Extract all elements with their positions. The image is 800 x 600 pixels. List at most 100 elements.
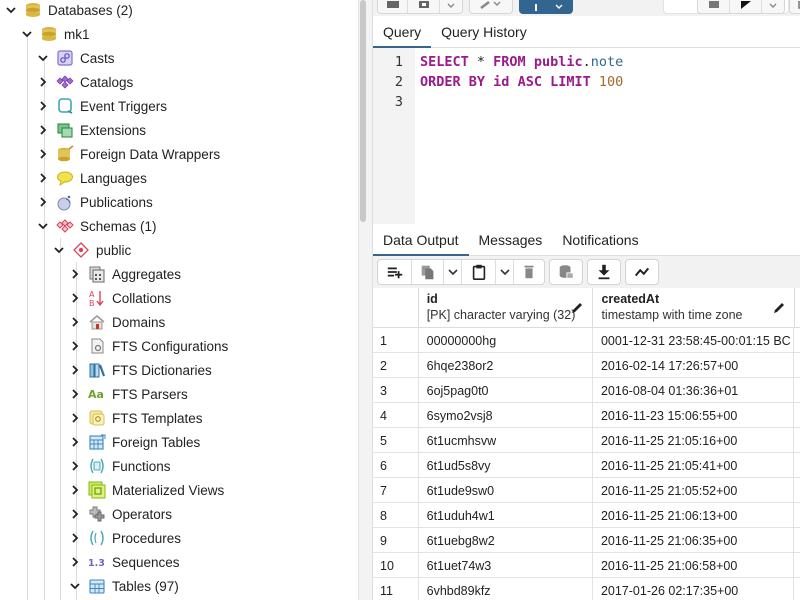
- tree-item-databases-2[interactable]: Databases (2): [4, 0, 133, 22]
- chevron-right-icon[interactable]: [36, 171, 50, 185]
- chevron-right-icon[interactable]: [68, 435, 82, 449]
- createdat-cell[interactable]: 2016-11-25 21:05:16+00: [593, 428, 795, 453]
- id-cell[interactable]: 6t1ucmhsvw: [419, 428, 593, 453]
- table-row[interactable]: 4 6symo2vsj8 2016-11-23 15:06:55+00: [373, 403, 800, 428]
- row-number-cell[interactable]: 10: [373, 553, 419, 578]
- next-column-cell[interactable]: [794, 353, 800, 378]
- tree-item-languages[interactable]: Languages: [36, 166, 147, 190]
- next-column-cell[interactable]: [794, 403, 800, 428]
- add-row-button[interactable]: [378, 260, 412, 284]
- chevron-right-icon[interactable]: [36, 123, 50, 137]
- id-cell[interactable]: 6hqe238or2: [419, 353, 593, 378]
- chevron-right-icon[interactable]: [36, 147, 50, 161]
- createdat-cell[interactable]: 2016-08-04 01:36:36+01: [593, 378, 795, 403]
- id-cell[interactable]: 6t1ude9sw0: [419, 478, 593, 503]
- chevron-down-icon[interactable]: [52, 243, 66, 257]
- chevron-right-icon[interactable]: [68, 531, 82, 545]
- tab-query-history[interactable]: Query History: [431, 16, 537, 48]
- chevron-right-icon[interactable]: [68, 291, 82, 305]
- edit-tools-button[interactable]: [470, 0, 512, 13]
- row-number-cell[interactable]: 9: [373, 528, 419, 553]
- pencil-icon[interactable]: [570, 301, 584, 315]
- next-column-cell[interactable]: [794, 478, 800, 503]
- chevron-right-icon[interactable]: [68, 387, 82, 401]
- tree-item-fts-parsers[interactable]: Aa FTS Parsers: [68, 382, 188, 406]
- row-number-cell[interactable]: 7: [373, 478, 419, 503]
- paste-dropdown-button[interactable]: [496, 260, 514, 284]
- copy-button[interactable]: [412, 260, 444, 284]
- tree-item-fts-configurations[interactable]: FTS Configurations: [68, 334, 228, 358]
- createdat-cell[interactable]: 2016-11-25 21:05:41+00: [593, 453, 795, 478]
- column-header-createdat[interactable]: createdAt timestamp with time zone: [593, 288, 795, 328]
- row-number-cell[interactable]: 5: [373, 428, 419, 453]
- createdat-cell[interactable]: 2016-11-25 21:06:13+00: [593, 503, 795, 528]
- execute-dropdown-button[interactable]: [762, 0, 784, 13]
- row-number-cell[interactable]: 11: [373, 578, 419, 600]
- table-row[interactable]: 9 6t1uebg8w2 2016-11-25 21:06:35+00: [373, 528, 800, 553]
- tree-item-aggregates[interactable]: Aggregates: [68, 262, 181, 286]
- next-column-cell[interactable]: [794, 453, 800, 478]
- next-column-cell[interactable]: [794, 503, 800, 528]
- tree-item-sequences[interactable]: 1.3 Sequences: [68, 550, 180, 574]
- createdat-cell[interactable]: 2017-01-26 02:17:35+00: [593, 578, 795, 600]
- tree-item-extensions[interactable]: Extensions: [36, 118, 146, 142]
- row-number-cell[interactable]: 3: [373, 378, 419, 403]
- tree-item-tables-97[interactable]: Tables (97): [68, 574, 179, 598]
- createdat-cell[interactable]: 2016-02-14 17:26:57+00: [593, 353, 795, 378]
- tree-item-materialized-views[interactable]: Materialized Views: [68, 478, 224, 502]
- chevron-right-icon[interactable]: [68, 267, 82, 281]
- chevron-right-icon[interactable]: [68, 315, 82, 329]
- tree-item-procedures[interactable]: Procedures: [68, 526, 181, 550]
- tree-item-fts-templates[interactable]: FTS Templates: [68, 406, 203, 430]
- tree-item-mk1[interactable]: mk1: [20, 22, 90, 46]
- tree-item-catalogs[interactable]: Catalogs: [36, 70, 133, 94]
- createdat-cell[interactable]: 0001-12-31 23:58:45-00:01:15 BC: [593, 328, 795, 353]
- table-row[interactable]: 2 6hqe238or2 2016-02-14 17:26:57+00: [373, 353, 800, 378]
- id-cell[interactable]: 6t1uet74w3: [419, 553, 593, 578]
- tab-data-output[interactable]: Data Output: [373, 224, 469, 257]
- tab-notifications[interactable]: Notifications: [552, 224, 648, 256]
- sql-editor[interactable]: 1 SELECT * FROM public.note 2 ORDER BY i…: [373, 48, 800, 224]
- stop-button[interactable]: [698, 0, 730, 13]
- row-number-cell[interactable]: 2: [373, 353, 419, 378]
- row-number-header[interactable]: [373, 288, 419, 328]
- copy-dropdown-button[interactable]: [444, 260, 462, 284]
- table-row[interactable]: 7 6t1ude9sw0 2016-11-25 21:05:52+00: [373, 478, 800, 503]
- tree-item-public[interactable]: public: [52, 238, 131, 262]
- chevron-right-icon[interactable]: [68, 555, 82, 569]
- pencil-icon[interactable]: [772, 301, 786, 315]
- chevron-right-icon[interactable]: [68, 411, 82, 425]
- next-column-cell[interactable]: [794, 578, 800, 600]
- chevron-right-icon[interactable]: [68, 483, 82, 497]
- chevron-right-icon[interactable]: [68, 459, 82, 473]
- save-data-button[interactable]: [550, 260, 582, 284]
- createdat-cell[interactable]: 2016-11-23 15:06:55+00: [593, 403, 795, 428]
- sidebar-scrollbar-thumb[interactable]: [360, 0, 366, 222]
- next-column-cell[interactable]: [794, 553, 800, 578]
- next-column-cell[interactable]: [794, 428, 800, 453]
- createdat-cell[interactable]: 2016-11-25 21:06:58+00: [593, 553, 795, 578]
- table-row[interactable]: 11 6vhbd89kfz 2017-01-26 02:17:35+00: [373, 578, 800, 600]
- download-button[interactable]: [588, 260, 620, 284]
- chevron-down-icon[interactable]: [68, 579, 82, 593]
- tree-item-foreign-data-wrappers[interactable]: Foreign Data Wrappers: [36, 142, 220, 166]
- tree-item-fts-dictionaries[interactable]: FTS Dictionaries: [68, 358, 212, 382]
- filter-button[interactable]: [519, 0, 573, 14]
- explain-button[interactable]: [789, 0, 800, 14]
- id-cell[interactable]: 6symo2vsj8: [419, 403, 593, 428]
- createdat-cell[interactable]: 2016-11-25 21:06:35+00: [593, 528, 795, 553]
- save-dropdown-button[interactable]: [440, 0, 462, 13]
- tree-item-collations[interactable]: A B Collations: [68, 286, 171, 310]
- id-cell[interactable]: 00000000hg: [419, 328, 593, 353]
- chevron-right-icon[interactable]: [36, 99, 50, 113]
- chevron-right-icon[interactable]: [36, 75, 50, 89]
- open-file-button[interactable]: [378, 0, 408, 13]
- table-row[interactable]: 3 6oj5pag0t0 2016-08-04 01:36:36+01: [373, 378, 800, 403]
- column-header-id[interactable]: id [PK] character varying (32): [419, 288, 594, 328]
- chevron-down-icon[interactable]: [20, 27, 34, 41]
- id-cell[interactable]: 6t1uduh4w1: [419, 503, 593, 528]
- chevron-down-icon[interactable]: [36, 51, 50, 65]
- table-row[interactable]: 1 00000000hg 0001-12-31 23:58:45-00:01:15 …: [373, 328, 800, 353]
- chevron-right-icon[interactable]: [68, 507, 82, 521]
- tab-query[interactable]: Query: [373, 16, 432, 49]
